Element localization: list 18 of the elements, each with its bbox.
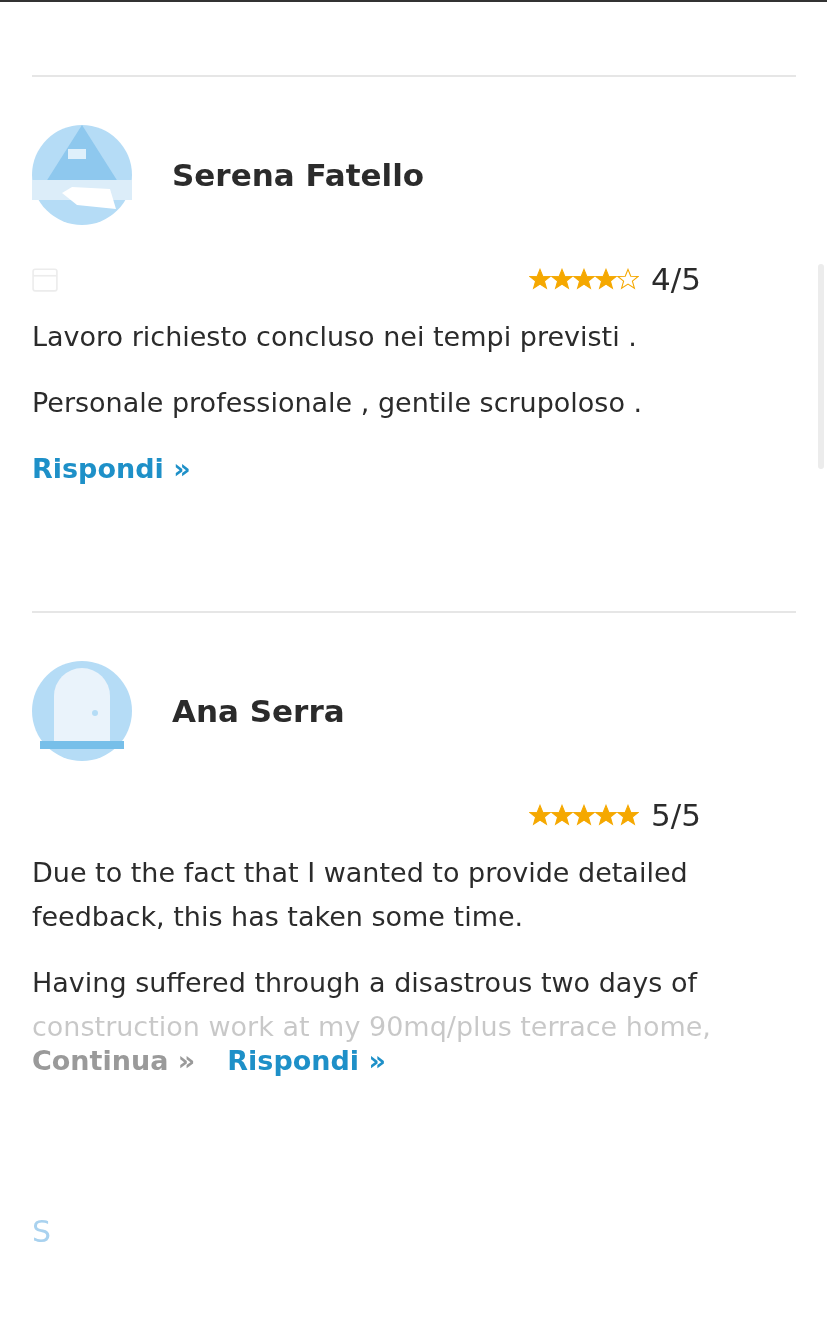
reviewer-name: S — [32, 1214, 52, 1249]
filled-star-icon — [595, 804, 618, 826]
filled-star-icon — [551, 804, 574, 826]
filled-star-icon — [551, 268, 574, 290]
filled-star-icon — [595, 268, 618, 290]
reviewer-name: Ana Serra — [172, 693, 345, 729]
review-text: Personale professionale , gentile scrupoloso . — [32, 386, 644, 420]
filled-star-icon — [573, 804, 596, 826]
filled-star-icon — [573, 268, 596, 290]
review-text: Due to the fact that I wanted to provide detailed feedback, this has taken some time. — [32, 856, 689, 934]
reviewer-name: Serena Fatello — [172, 157, 425, 193]
review-text: Lavoro richiesto concluso nei tempi previsti . — [32, 320, 638, 354]
rating-score: 5/5 — [651, 797, 701, 833]
filled-star-icon — [529, 268, 552, 290]
reply-link[interactable]: Rispondi » — [32, 447, 191, 491]
rating-score: 4/5 — [651, 261, 701, 297]
filled-star-icon — [529, 804, 552, 826]
filled-star-icon — [617, 804, 640, 826]
